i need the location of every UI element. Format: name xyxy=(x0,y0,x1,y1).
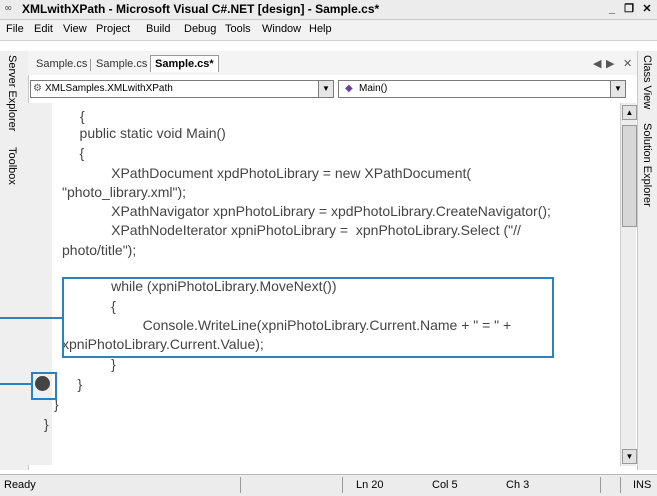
menu-help[interactable]: Help xyxy=(309,23,332,35)
menu-view[interactable]: View xyxy=(63,23,87,35)
menu-bar: File Edit View Project Build Debug Tools… xyxy=(0,20,657,41)
chevron-down-icon[interactable]: ▼ xyxy=(318,81,333,97)
highlight-box xyxy=(62,277,554,358)
left-tool-strip: Server Explorer Toolbox xyxy=(0,51,29,470)
menu-tools[interactable]: Tools xyxy=(225,23,251,35)
server-explorer-tab[interactable]: Server Explorer xyxy=(6,55,18,131)
callout-line xyxy=(0,383,32,385)
code-line: "photo_library.xml"); xyxy=(62,184,187,200)
code-line: } xyxy=(62,376,83,392)
chevron-down-icon[interactable]: ▼ xyxy=(610,81,625,97)
breakpoint-icon[interactable] xyxy=(35,376,50,391)
tab-sample-cs-1[interactable]: Sample.cs xyxy=(36,58,87,70)
tab-scroll-right-icon[interactable]: ▶ xyxy=(606,57,614,70)
window-title: XMLwithXPath - Microsoft Visual C#.NET [… xyxy=(22,2,380,16)
code-line: photo/title"); xyxy=(62,242,137,258)
code-line: public static void Main() xyxy=(64,125,226,141)
class-dropdown[interactable]: ⚙ XMLSamples.XMLwithXPath ▼ xyxy=(30,80,334,98)
class-icon: ⚙ xyxy=(33,83,42,94)
menu-edit[interactable]: Edit xyxy=(34,23,53,35)
menu-window[interactable]: Window xyxy=(262,23,301,35)
toolbox-tab[interactable]: Toolbox xyxy=(6,147,18,185)
code-line: { xyxy=(64,145,85,161)
status-ch: Ch 3 xyxy=(506,479,530,491)
menu-project[interactable]: Project xyxy=(96,23,130,35)
tab-sample-cs-2[interactable]: Sample.cs xyxy=(96,58,147,70)
scroll-down-icon[interactable]: ▼ xyxy=(622,449,637,464)
code-line: XPathDocument xpdPhotoLibrary = new XPat… xyxy=(80,165,472,181)
app-icon: ∞ xyxy=(4,3,13,14)
status-divider xyxy=(240,477,241,493)
minimize-button[interactable]: _ xyxy=(605,3,619,16)
status-text: Ready xyxy=(4,479,36,491)
status-bar: Ready Ln 20 Col 5 Ch 3 INS xyxy=(0,474,657,496)
method-icon: ◆ xyxy=(345,83,353,94)
tab-close-icon[interactable]: ✕ xyxy=(623,57,632,70)
solution-explorer-tab[interactable]: Solution Explorer xyxy=(641,123,653,207)
menu-file[interactable]: File xyxy=(6,23,24,35)
code-line: } xyxy=(44,416,49,432)
vertical-scrollbar[interactable]: ▲ ▼ xyxy=(620,103,637,466)
tab-separator xyxy=(90,59,91,71)
code-line: XPathNavigator xpnPhotoLibrary = xpdPhot… xyxy=(80,203,551,219)
status-line: Ln 20 xyxy=(356,479,384,491)
code-line: XPathNodeIterator xpniPhotoLibrary = xpn… xyxy=(80,222,521,238)
class-dropdown-value: XMLSamples.XMLwithXPath xyxy=(45,83,173,94)
document-tab-row: Sample.cs Sample.cs Sample.cs* ◀ ▶ ✕ xyxy=(28,51,637,75)
scroll-up-icon[interactable]: ▲ xyxy=(622,105,637,120)
menu-debug[interactable]: Debug xyxy=(184,23,216,35)
status-divider xyxy=(600,477,601,493)
status-mode: INS xyxy=(633,479,652,491)
title-bar: ∞ XMLwithXPath - Microsoft Visual C#.NET… xyxy=(0,0,657,20)
tab-sample-cs-active[interactable]: Sample.cs* xyxy=(150,55,219,72)
method-dropdown-value: Main() xyxy=(359,83,388,94)
restore-button[interactable]: ❐ xyxy=(622,3,636,16)
callout-line xyxy=(0,317,63,319)
scrollbar-thumb[interactable] xyxy=(622,125,637,227)
class-view-tab[interactable]: Class View xyxy=(641,55,653,109)
menu-build[interactable]: Build xyxy=(146,23,170,35)
status-col: Col 5 xyxy=(432,479,458,491)
status-divider xyxy=(620,477,621,493)
right-tool-strip: Class View Solution Explorer xyxy=(637,51,657,470)
code-line: { xyxy=(80,108,85,124)
method-dropdown[interactable]: ◆ Main() ▼ xyxy=(338,80,626,98)
tab-scroll-left-icon[interactable]: ◀ xyxy=(593,57,601,70)
editor-gutter[interactable] xyxy=(28,103,52,465)
close-button[interactable]: ✕ xyxy=(640,3,654,16)
status-divider xyxy=(342,477,343,493)
